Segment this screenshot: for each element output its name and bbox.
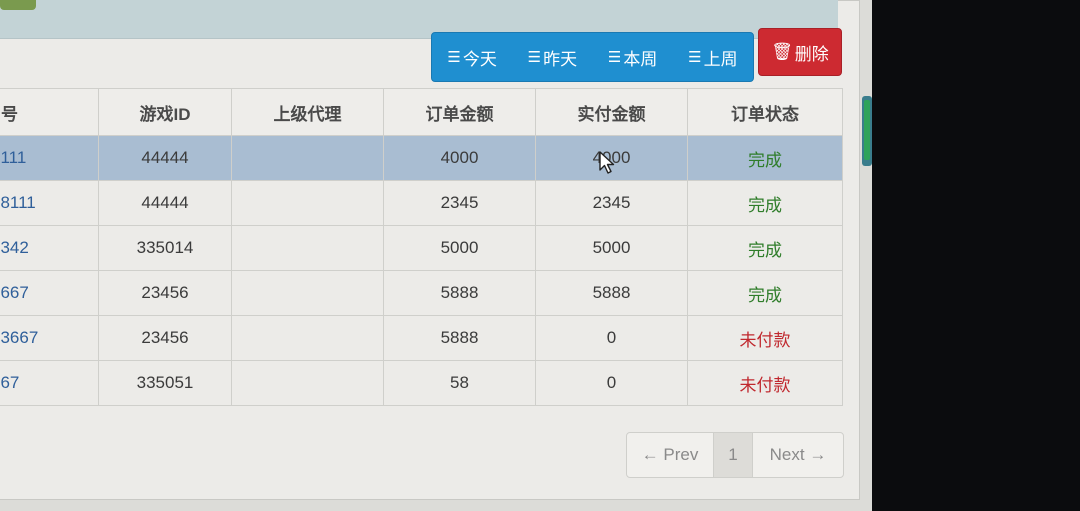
game-id-cell: 335051 — [98, 360, 232, 406]
order-no-link[interactable]: 3667 — [0, 270, 99, 316]
agent-cell — [231, 225, 384, 271]
order-no-link[interactable]: 667 — [0, 360, 99, 406]
game-id-cell: 44444 — [98, 135, 232, 181]
table-row[interactable]: 667 335051 58 0 未付款 — [0, 360, 843, 406]
mouse-cursor-icon — [599, 151, 615, 174]
column-header-order-no[interactable]: 号 — [0, 88, 99, 136]
table-row[interactable]: 33667 23456 5888 0 未付款 — [0, 315, 843, 361]
agent-cell — [231, 180, 384, 226]
top-tab-fragment[interactable] — [0, 0, 36, 10]
page-number-button[interactable]: 1 — [714, 433, 753, 477]
list-icon: ☰ — [447, 47, 461, 66]
paid-amount-cell: 5000 — [535, 225, 688, 271]
status-cell: 完成 — [687, 135, 843, 181]
agent-cell — [231, 360, 384, 406]
delete-label: 删除 — [794, 44, 829, 65]
pagination: ← Prev 1 Next → — [626, 432, 844, 478]
date-filter-group: ☰ 今天 ☰ 昨天 ☰ 本周 ☰ 上周 — [431, 32, 754, 82]
order-no-link[interactable]: 8111 — [0, 135, 99, 181]
order-no-link[interactable]: 38111 — [0, 180, 99, 226]
last-week-label: 上周 — [703, 49, 738, 70]
column-header-status[interactable]: 订单状态 — [687, 88, 843, 136]
order-amount-cell: 4000 — [383, 135, 536, 181]
game-id-cell: 335014 — [98, 225, 232, 271]
order-no-link[interactable]: 33667 — [0, 315, 99, 361]
scrollbar-thumb[interactable] — [864, 100, 870, 160]
paid-amount-cell: 2345 — [535, 180, 688, 226]
agent-cell — [231, 315, 384, 361]
list-icon: ☰ — [607, 47, 622, 66]
prev-page-button[interactable]: ← Prev — [627, 433, 714, 477]
list-icon: ☰ — [527, 47, 542, 66]
order-amount-cell: 2345 — [383, 180, 536, 226]
last-week-button[interactable]: ☰ 上周 — [682, 33, 743, 81]
column-header-paid-amount[interactable]: 实付金额 — [535, 88, 688, 136]
next-page-button[interactable]: Next → — [753, 433, 843, 477]
table-row[interactable]: 8111 44444 4000 4000 完成 — [0, 135, 843, 181]
paid-amount-cell: 5888 — [535, 270, 688, 316]
yesterday-button[interactable]: ☰ 昨天 — [522, 33, 583, 81]
today-label: 今天 — [462, 49, 497, 70]
trash-icon: 🗑 — [771, 42, 793, 62]
delete-button[interactable]: 🗑 删除 — [758, 28, 842, 76]
today-button[interactable]: ☰ 今天 — [441, 33, 502, 81]
table-row[interactable]: 38111 44444 2345 2345 完成 — [0, 180, 843, 226]
order-amount-cell: 5888 — [383, 315, 536, 361]
agent-cell — [231, 270, 384, 316]
status-cell: 完成 — [687, 225, 843, 271]
yesterday-label: 昨天 — [543, 49, 578, 70]
column-header-game-id[interactable]: 游戏ID — [98, 88, 232, 136]
status-cell: 未付款 — [687, 360, 843, 406]
table-row[interactable]: 3667 23456 5888 5888 完成 — [0, 270, 843, 316]
order-amount-cell: 5000 — [383, 225, 536, 271]
column-header-order-amount[interactable]: 订单金额 — [383, 88, 536, 136]
this-week-label: 本周 — [623, 49, 658, 70]
game-id-cell: 23456 — [98, 270, 232, 316]
order-no-link[interactable]: 7342 — [0, 225, 99, 271]
order-amount-cell: 5888 — [383, 270, 536, 316]
screen: ☰ 今天 ☰ 昨天 ☰ 本周 ☰ 上周 🗑 删除 号 游戏ID 上级代理 订单金… — [0, 0, 872, 511]
this-week-button[interactable]: ☰ 本周 — [602, 33, 663, 81]
status-cell: 未付款 — [687, 315, 843, 361]
paid-amount-cell: 0 — [535, 315, 688, 361]
status-cell: 完成 — [687, 270, 843, 316]
list-icon: ☰ — [688, 47, 702, 66]
agent-cell — [231, 135, 384, 181]
status-cell: 完成 — [687, 180, 843, 226]
order-amount-cell: 58 — [383, 360, 536, 406]
game-id-cell: 44444 — [98, 180, 232, 226]
paid-amount-cell: 0 — [535, 360, 688, 406]
game-id-cell: 23456 — [98, 315, 232, 361]
orders-table: 号 游戏ID 上级代理 订单金额 实付金额 订单状态 8111 44444 40… — [0, 88, 843, 406]
table-row[interactable]: 7342 335014 5000 5000 完成 — [0, 225, 843, 271]
table-header-row: 号 游戏ID 上级代理 订单金额 实付金额 订单状态 — [0, 88, 843, 136]
column-header-agent[interactable]: 上级代理 — [231, 88, 384, 136]
